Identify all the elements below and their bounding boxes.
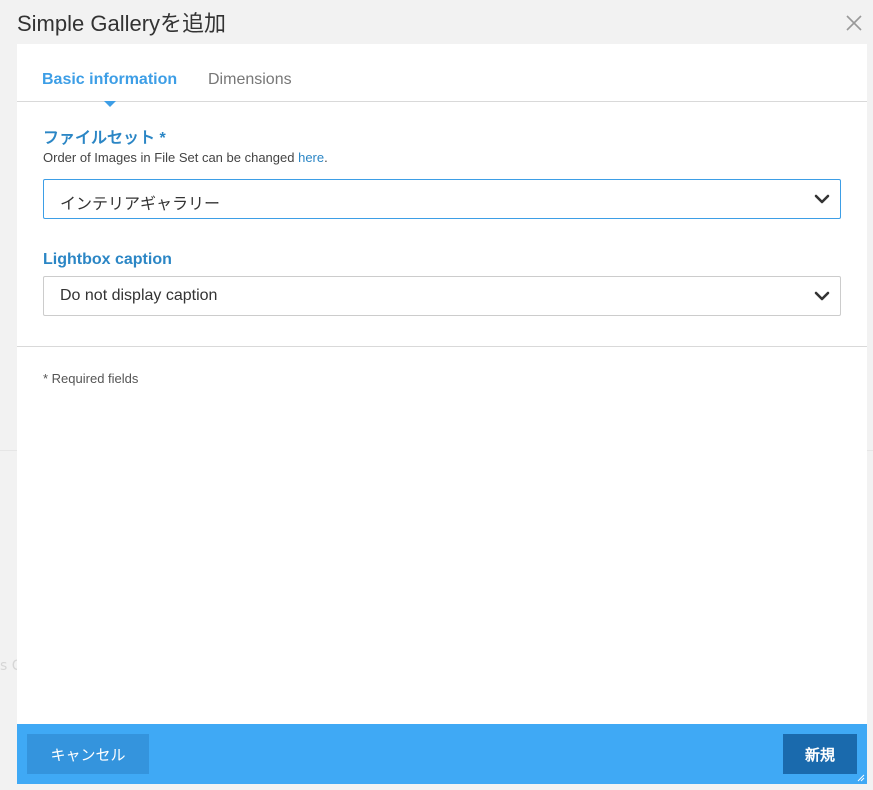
close-icon[interactable] xyxy=(843,12,865,34)
tab-bar: Basic information Dimensions xyxy=(17,44,867,107)
lightbox-caption-label: Lightbox caption xyxy=(43,251,172,268)
help-link-here[interactable]: here xyxy=(298,150,324,165)
file-set-label: ファイルセット * xyxy=(43,130,166,147)
help-text-prefix: Order of Images in File Set can be chang… xyxy=(43,150,299,165)
file-set-select-value: インテリアギャラリー xyxy=(60,196,221,213)
lightbox-caption-select-value: Do not display caption xyxy=(60,287,218,304)
file-set-select[interactable]: インテリアギャラリー xyxy=(43,179,841,219)
file-set-help-text: Order of Images in File Set can be chang… xyxy=(43,150,328,165)
required-fields-note: * Required fields xyxy=(43,371,139,386)
active-tab-caret-icon xyxy=(104,101,116,107)
chevron-down-icon xyxy=(814,194,830,204)
cancel-button[interactable]: キャンセル xyxy=(27,734,149,774)
tab-basic-information[interactable]: Basic information xyxy=(42,71,177,89)
resize-grip-icon[interactable] xyxy=(857,774,865,782)
dialog-title: Simple Galleryを追加 xyxy=(17,11,227,36)
lightbox-caption-select[interactable]: Do not display caption xyxy=(43,276,841,316)
section-divider xyxy=(17,346,867,347)
tab-dimensions[interactable]: Dimensions xyxy=(208,71,292,89)
help-text-suffix: . xyxy=(324,150,328,165)
dialog-footer: キャンセル 新規 xyxy=(17,724,867,784)
dialog-header: Simple Galleryを追加 xyxy=(0,0,873,44)
chevron-down-icon xyxy=(814,291,830,301)
create-button[interactable]: 新規 xyxy=(783,734,857,774)
dialog-body: Basic information Dimensions ファイルセット * O… xyxy=(17,44,867,724)
